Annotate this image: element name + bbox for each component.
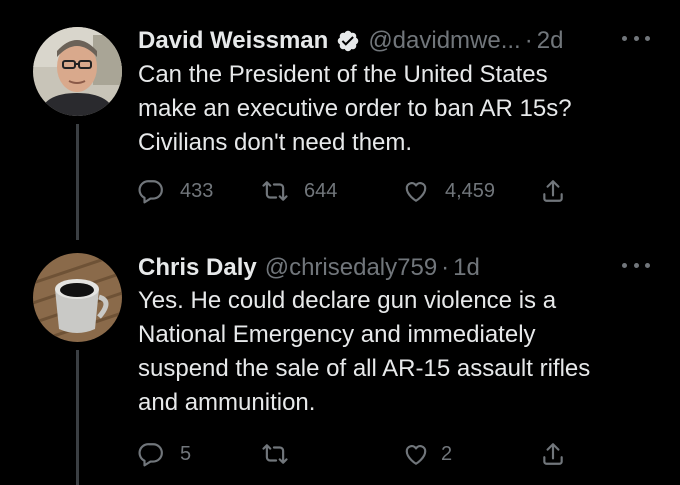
- author-handle[interactable]: @chrisedaly759: [265, 254, 437, 282]
- reply-button[interactable]: 433: [138, 176, 213, 206]
- more-options-icon[interactable]: [622, 34, 650, 42]
- share-icon: [543, 443, 563, 465]
- like-icon: [405, 445, 427, 465]
- tweet-text: Yes. He could declare gun violence is a …: [138, 287, 591, 416]
- like-button[interactable]: 4,459: [403, 176, 495, 206]
- tweet-actions: 5 2: [138, 439, 680, 469]
- author-name[interactable]: Chris Daly: [138, 254, 257, 282]
- thread-connector: [76, 124, 79, 240]
- tweet[interactable]: David Weissman @davidmwe... · 2d Can the…: [0, 0, 680, 240]
- reply-count: 5: [180, 442, 192, 465]
- reply-icon: [138, 180, 163, 204]
- share-button[interactable]: [540, 439, 566, 469]
- tweet[interactable]: Chris Daly @chrisedaly759 · 1d Yes. He c…: [0, 240, 680, 485]
- author-handle[interactable]: @davidmwe...: [368, 27, 520, 55]
- retweet-icon: [262, 444, 288, 464]
- tweet-header: David Weissman @davidmwe... · 2d: [138, 26, 650, 56]
- timestamp[interactable]: 2d: [537, 27, 564, 55]
- separator-dot: ·: [441, 254, 450, 281]
- avatar[interactable]: [33, 27, 122, 116]
- tweet-actions: 433 644 4,459: [138, 176, 680, 206]
- share-icon: [543, 180, 563, 202]
- reply-button[interactable]: 5: [138, 439, 191, 469]
- author-name[interactable]: David Weissman: [138, 27, 328, 55]
- like-button[interactable]: 2: [403, 439, 452, 469]
- like-count: 2: [441, 442, 453, 465]
- reply-count: 433: [180, 179, 214, 202]
- share-button[interactable]: [540, 176, 566, 206]
- avatar[interactable]: [33, 253, 122, 342]
- tweet-text: Can the President of the United States m…: [138, 61, 572, 156]
- retweet-button[interactable]: [262, 439, 304, 469]
- reply-icon: [138, 443, 163, 467]
- like-count: 4,459: [445, 179, 496, 202]
- thread-connector: [76, 350, 79, 485]
- more-options-icon[interactable]: [622, 261, 650, 269]
- tweet-header: Chris Daly @chrisedaly759 · 1d: [138, 253, 650, 283]
- retweet-button[interactable]: 644: [262, 176, 337, 206]
- verified-badge-icon: [336, 29, 360, 53]
- tweet-thread: David Weissman @davidmwe... · 2d Can the…: [0, 0, 680, 485]
- retweet-icon: [262, 181, 288, 201]
- retweet-count: 644: [304, 179, 338, 202]
- separator-dot: ·: [524, 27, 533, 54]
- timestamp[interactable]: 1d: [453, 254, 480, 282]
- like-icon: [405, 182, 427, 202]
